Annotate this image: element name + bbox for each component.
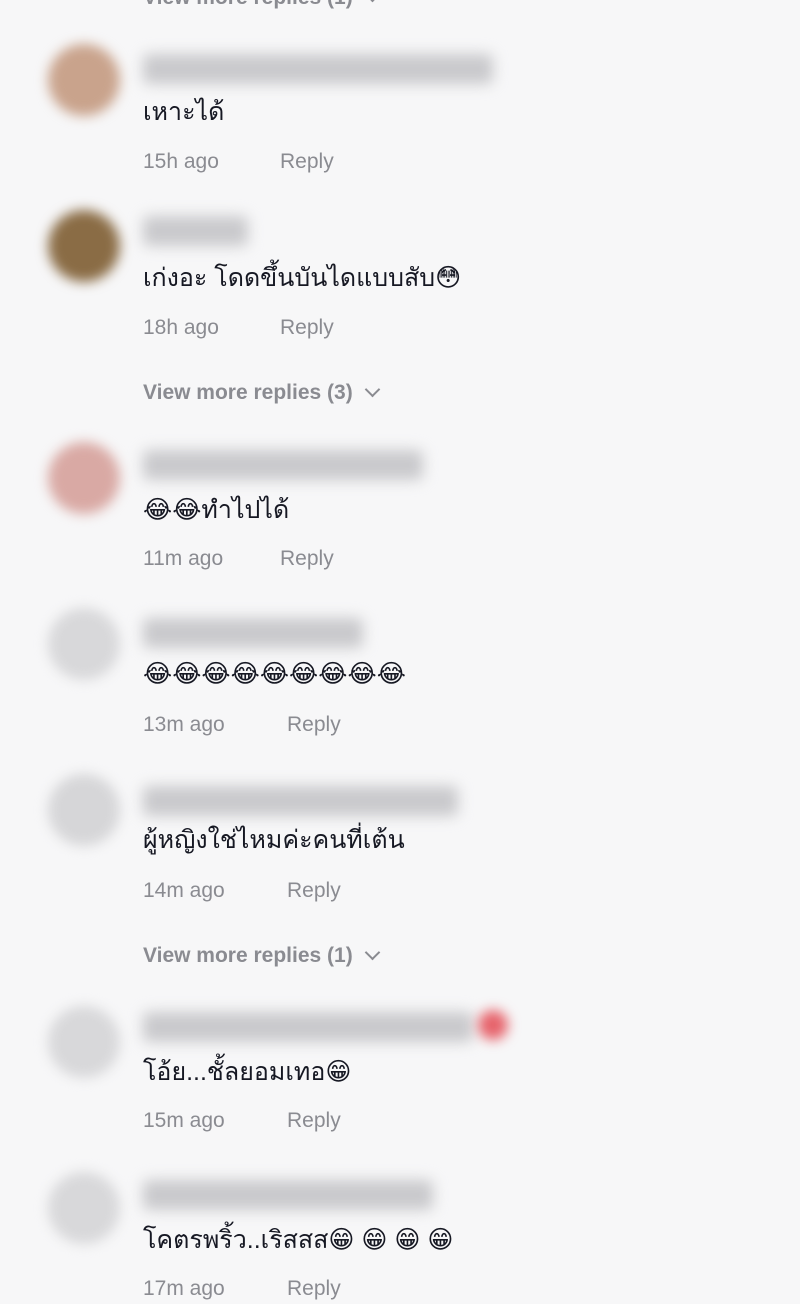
reply-button[interactable]: Reply <box>280 545 334 573</box>
comment-time: 11m ago <box>143 547 224 570</box>
username-blurred[interactable] <box>143 450 423 480</box>
comment-time: 17m ago <box>143 1277 225 1300</box>
avatar[interactable] <box>48 442 120 514</box>
avatar[interactable] <box>48 44 120 116</box>
comment-text: โอ้ย...ชั้ลยอมเทอ😁 <box>143 1058 352 1086</box>
comment-time: 15h ago <box>143 150 219 173</box>
chevron-down-icon <box>364 944 380 961</box>
chevron-down-icon <box>364 0 380 3</box>
comment-text: 😂😂😂😂😂😂😂😂😂 <box>143 660 406 688</box>
comment-time: 14m ago <box>143 879 225 902</box>
avatar[interactable] <box>48 774 120 846</box>
username-blurred[interactable] <box>143 1180 433 1210</box>
heart-emoji-icon <box>478 1010 508 1040</box>
reply-button[interactable]: Reply <box>280 148 334 176</box>
reply-button[interactable]: Reply <box>280 314 334 342</box>
comment-time: 13m ago <box>143 713 225 736</box>
reply-button[interactable]: Reply <box>287 711 341 739</box>
reply-button[interactable]: Reply <box>287 1107 341 1135</box>
avatar[interactable] <box>48 1006 120 1078</box>
avatar[interactable] <box>48 210 120 282</box>
comment-text: เหาะได้ <box>143 98 225 126</box>
username-blurred[interactable] <box>143 216 248 246</box>
avatar[interactable] <box>48 608 120 680</box>
chevron-down-icon <box>364 381 380 398</box>
reply-button[interactable]: Reply <box>287 1275 341 1303</box>
comment-time: 15m ago <box>143 1109 225 1132</box>
username-blurred[interactable] <box>143 1012 473 1042</box>
username-blurred[interactable] <box>143 786 458 816</box>
view-more-replies[interactable]: View more replies (1) <box>143 942 380 970</box>
username-blurred[interactable] <box>143 54 493 84</box>
comment-text: ผู้หญิงใช่ไหมค่ะคนที่เต้น <box>143 826 405 854</box>
view-more-replies[interactable]: View more replies (3) <box>143 379 380 407</box>
reply-button[interactable]: Reply <box>287 877 341 905</box>
comment-text: 😂😂ทำไปได้ <box>143 496 290 524</box>
comment-text: เก่งอะ โดดขึ้นบันไดแบบสับ😳 <box>143 264 462 292</box>
avatar[interactable] <box>48 1172 120 1244</box>
username-blurred[interactable] <box>143 618 363 648</box>
view-more-replies-partial[interactable]: View more replies (1) <box>143 0 380 10</box>
comment-time: 18h ago <box>143 316 219 339</box>
comment-text: โคตรพริ้ว..เริสสส😁 😁 😁 😁 <box>143 1226 454 1254</box>
